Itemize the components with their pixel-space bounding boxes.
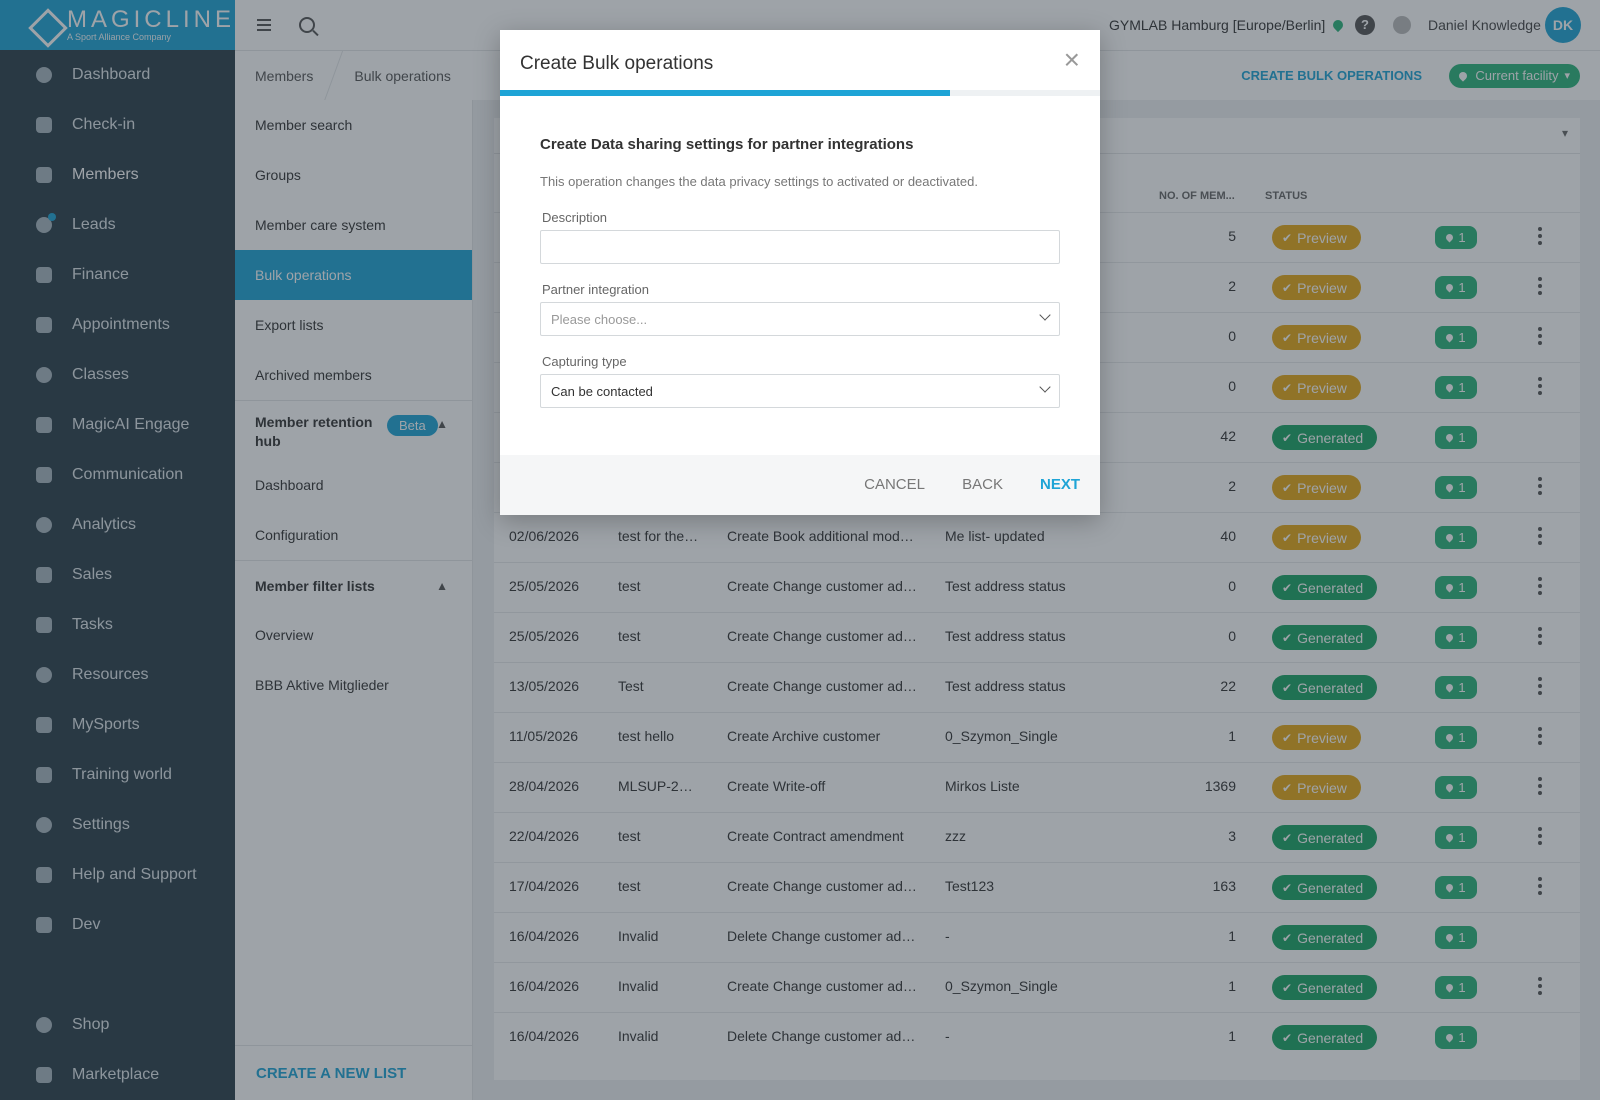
capturing-type-label: Capturing type: [542, 354, 627, 369]
partner-integration-placeholder: Please choose...: [551, 311, 648, 327]
chevron-down-icon: [1039, 309, 1051, 321]
description-label: Description: [542, 210, 608, 225]
partner-integration-label: Partner integration: [542, 282, 649, 297]
partner-integration-select[interactable]: Please choose...: [540, 302, 1060, 336]
create-bulk-operations-dialog: Create Bulk operations × Create Data sha…: [500, 30, 1100, 515]
wizard-progress-fill: [500, 90, 950, 96]
close-icon[interactable]: ×: [1064, 46, 1080, 74]
cancel-button[interactable]: CANCEL: [864, 476, 925, 493]
capturing-type-value: Can be contacted: [551, 383, 653, 399]
wizard-progress-bar: [500, 90, 1100, 96]
back-button[interactable]: BACK: [962, 476, 1003, 493]
dialog-title: Create Bulk operations: [520, 53, 714, 74]
section-title: Create Data sharing settings for partner…: [540, 136, 914, 153]
description-field[interactable]: [540, 230, 1060, 264]
dialog-footer: CANCEL BACK NEXT: [500, 455, 1100, 515]
chevron-down-icon: [1039, 381, 1051, 393]
next-button[interactable]: NEXT: [1040, 476, 1080, 493]
capturing-type-select[interactable]: Can be contacted: [540, 374, 1060, 408]
section-description: This operation changes the data privacy …: [540, 174, 978, 189]
